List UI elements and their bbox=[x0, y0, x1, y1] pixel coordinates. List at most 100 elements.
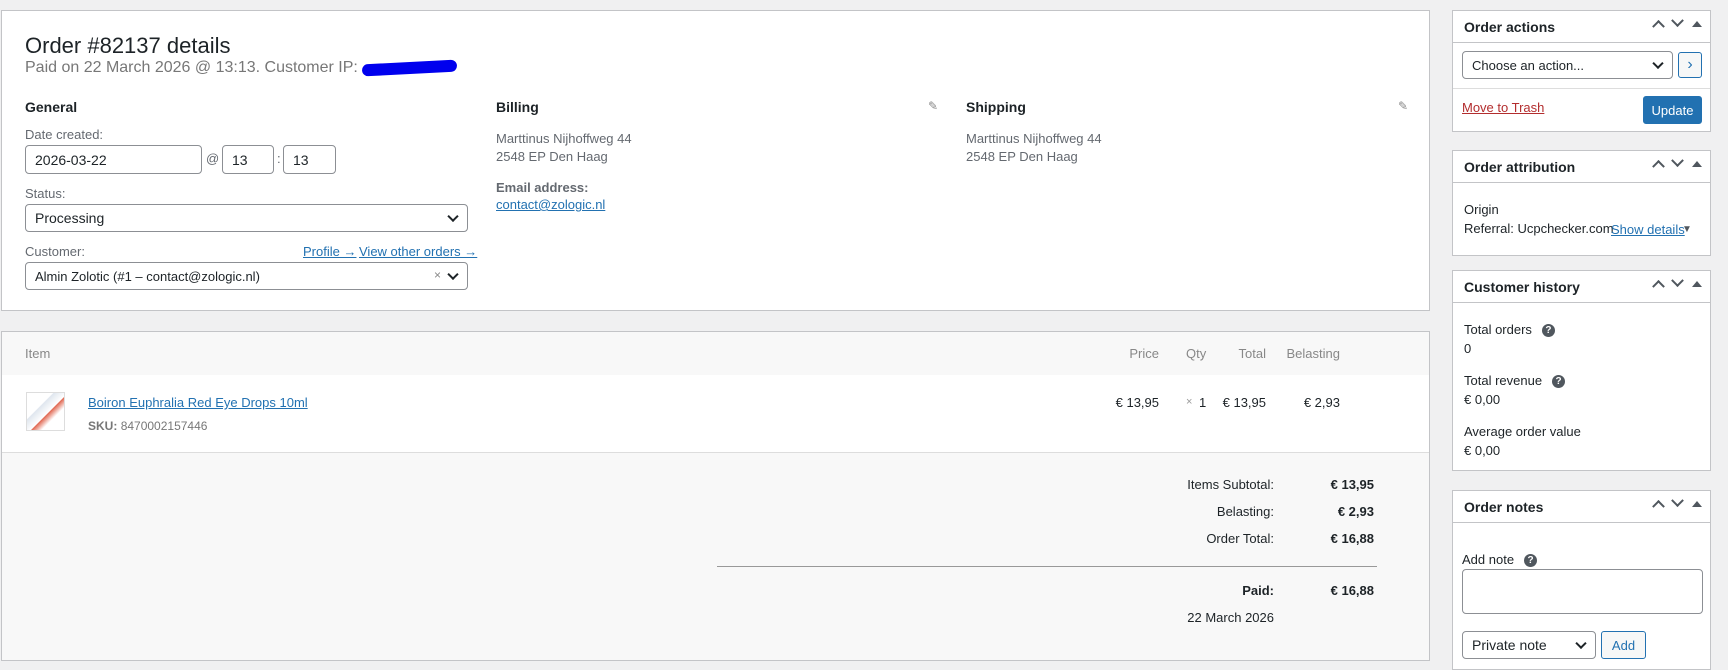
col-item: Item bbox=[25, 346, 51, 361]
add-note-button[interactable]: Add bbox=[1601, 631, 1646, 659]
redacted-ip-scribble bbox=[362, 59, 458, 77]
table-row: Boiron Euphralia Red Eye Drops 10ml SKU:… bbox=[2, 375, 1429, 453]
shipping-address-line1: Marttinus Nijhoffweg 44 bbox=[966, 131, 1102, 146]
add-note-label: Add note? bbox=[1462, 552, 1538, 568]
order-action-select[interactable]: Choose an action... bbox=[1462, 51, 1673, 79]
move-to-trash-link[interactable]: Move to Trash bbox=[1462, 100, 1544, 115]
col-total: Total bbox=[1238, 346, 1266, 361]
tax-label: Belasting: bbox=[1216, 504, 1274, 519]
product-name-link[interactable]: Boiron Euphralia Red Eye Drops 10ml bbox=[88, 395, 308, 410]
edit-shipping-pencil-icon[interactable]: ✎ bbox=[1398, 99, 1408, 113]
minute-input[interactable]: 13 bbox=[283, 145, 336, 174]
collapse-toggle-icon[interactable] bbox=[1692, 280, 1702, 287]
hour-input[interactable]: 13 bbox=[222, 145, 274, 174]
item-qty: 1 bbox=[1199, 395, 1207, 410]
profile-link[interactable]: Profile → bbox=[303, 244, 356, 259]
general-heading: General bbox=[25, 99, 78, 115]
divider bbox=[1453, 88, 1710, 89]
origin-label: Origin bbox=[1464, 202, 1499, 217]
collapse-toggle-icon[interactable] bbox=[1692, 160, 1702, 167]
customer-select[interactable]: Almin Zolotic (#1 – contact@zologic.nl) … bbox=[25, 262, 468, 290]
customer-history-title: Customer history bbox=[1464, 279, 1580, 295]
move-down-icon[interactable] bbox=[1671, 494, 1684, 508]
time-colon: : bbox=[277, 151, 281, 166]
col-tax: Belasting bbox=[1286, 346, 1340, 361]
billing-email-link[interactable]: contact@zologic.nl bbox=[496, 197, 605, 212]
show-details-link[interactable]: Show details bbox=[1611, 222, 1685, 237]
subtotal-label: Items Subtotal: bbox=[1187, 477, 1274, 492]
order-items-panel: Item Price Qty Total Belasting Boiron Eu… bbox=[1, 331, 1430, 661]
order-attribution-box: Order attribution Origin Referral: Ucpch… bbox=[1452, 150, 1711, 256]
clear-customer-icon[interactable]: × bbox=[434, 268, 441, 282]
billing-address-line2: 2548 EP Den Haag bbox=[496, 149, 608, 164]
paid-label: Paid: bbox=[1242, 583, 1274, 598]
paid-value: € 16,88 bbox=[1330, 583, 1374, 598]
order-total-label: Order Total: bbox=[1206, 531, 1274, 546]
note-textarea[interactable] bbox=[1462, 569, 1703, 614]
paid-date: 22 March 2026 bbox=[1187, 610, 1274, 625]
subtotal-value: € 13,95 bbox=[1330, 477, 1374, 492]
total-revenue-value: € 0,00 bbox=[1464, 392, 1501, 407]
order-total-value: € 16,88 bbox=[1330, 531, 1374, 546]
aov-label: Average order value bbox=[1464, 424, 1581, 439]
date-created-input[interactable]: 2026-03-22 bbox=[25, 145, 202, 174]
chevron-down-icon bbox=[447, 210, 459, 223]
tax-value: € 2,93 bbox=[1337, 504, 1374, 519]
col-price: Price bbox=[1129, 346, 1159, 361]
at-sign: @ bbox=[206, 151, 220, 166]
note-type-select[interactable]: Private note bbox=[1462, 631, 1596, 659]
billing-address-line1: Marttinus Nijhoffweg 44 bbox=[496, 131, 632, 146]
order-notes-title: Order notes bbox=[1464, 499, 1544, 515]
product-sku: SKU: 8470002157446 bbox=[88, 419, 208, 433]
move-up-icon[interactable] bbox=[1652, 499, 1665, 513]
date-created-label: Date created: bbox=[25, 127, 104, 142]
chevron-down-icon bbox=[1575, 637, 1587, 650]
order-details-panel: Order #82137 details Paid on 22 March 20… bbox=[1, 10, 1430, 311]
status-label: Status: bbox=[25, 186, 66, 201]
email-label: Email address: bbox=[496, 180, 589, 195]
view-other-orders-link[interactable]: View other orders → bbox=[359, 244, 477, 259]
customer-history-box: Customer history Total orders? 0 Total r… bbox=[1452, 270, 1711, 471]
update-button[interactable]: Update bbox=[1643, 96, 1702, 124]
aov-value: € 0,00 bbox=[1464, 443, 1501, 458]
order-actions-title: Order actions bbox=[1464, 19, 1556, 35]
collapse-toggle-icon[interactable] bbox=[1692, 20, 1702, 27]
status-select[interactable]: Processing bbox=[25, 204, 468, 232]
order-actions-box: Order actions Choose an action... › Move… bbox=[1452, 10, 1711, 132]
customer-label: Customer: bbox=[25, 244, 85, 259]
items-header: Item Price Qty Total Belasting bbox=[2, 332, 1429, 375]
help-icon[interactable]: ? bbox=[1524, 554, 1538, 568]
apply-action-button[interactable]: › bbox=[1678, 52, 1702, 78]
caret-down-icon[interactable]: ▼ bbox=[1682, 224, 1692, 235]
order-attribution-title: Order attribution bbox=[1464, 159, 1576, 175]
shipping-address-line2: 2548 EP Den Haag bbox=[966, 149, 1078, 164]
move-up-icon[interactable] bbox=[1652, 159, 1665, 173]
qty-times: × bbox=[1186, 396, 1193, 408]
chevron-down-icon bbox=[1652, 57, 1664, 70]
help-icon[interactable]: ? bbox=[1541, 324, 1555, 338]
total-orders-label: Total orders? bbox=[1464, 322, 1555, 338]
move-down-icon[interactable] bbox=[1671, 14, 1684, 28]
item-price: € 13,95 bbox=[1115, 395, 1159, 410]
origin-value: Referral: Ucpchecker.com bbox=[1464, 221, 1614, 236]
move-up-icon[interactable] bbox=[1652, 19, 1665, 33]
total-revenue-label: Total revenue? bbox=[1464, 373, 1566, 389]
item-tax: € 2,93 bbox=[1303, 395, 1340, 410]
help-icon[interactable]: ? bbox=[1552, 375, 1566, 389]
move-up-icon[interactable] bbox=[1652, 279, 1665, 293]
item-total: € 13,95 bbox=[1222, 395, 1266, 410]
order-notes-box: Order notes Add note? Private note Add bbox=[1452, 490, 1711, 670]
page-title: Order #82137 details bbox=[25, 33, 231, 58]
chevron-down-icon bbox=[447, 268, 459, 281]
shipping-heading: Shipping bbox=[966, 99, 1026, 115]
total-orders-value: 0 bbox=[1464, 341, 1472, 356]
move-down-icon[interactable] bbox=[1671, 274, 1684, 288]
order-subtitle: Paid on 22 March 2026 @ 13:13. Customer … bbox=[25, 59, 458, 77]
collapse-toggle-icon[interactable] bbox=[1692, 500, 1702, 507]
edit-billing-pencil-icon[interactable]: ✎ bbox=[928, 99, 938, 113]
move-down-icon[interactable] bbox=[1671, 154, 1684, 168]
col-qty: Qty bbox=[1186, 346, 1207, 361]
product-thumbnail bbox=[26, 392, 65, 431]
totals-divider bbox=[717, 566, 1377, 567]
billing-heading: Billing bbox=[496, 99, 539, 115]
